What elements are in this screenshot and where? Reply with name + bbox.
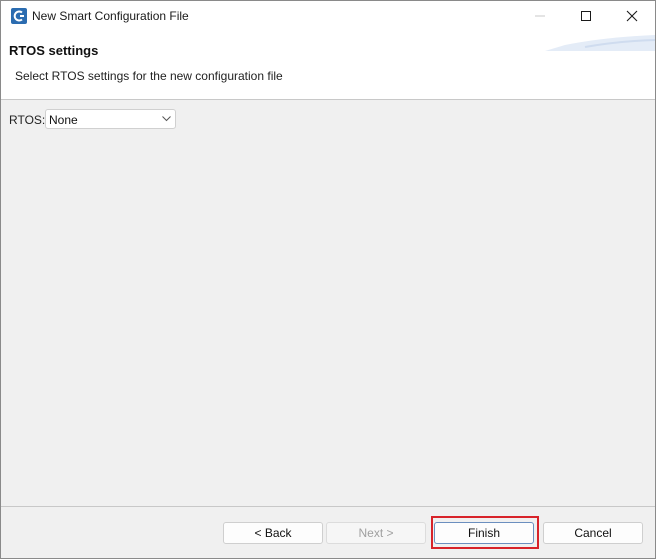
- rtos-selected-value: None: [49, 113, 78, 127]
- rtos-label: RTOS:: [9, 113, 46, 127]
- next-button[interactable]: Next >: [326, 522, 426, 544]
- finish-button[interactable]: Finish: [434, 522, 534, 544]
- maximize-button[interactable]: [563, 1, 609, 31]
- window-title: New Smart Configuration File: [32, 9, 189, 23]
- close-button[interactable]: [609, 1, 655, 31]
- title-bar[interactable]: New Smart Configuration File: [1, 1, 655, 31]
- wizard-header: RTOS settings Select RTOS settings for t…: [1, 31, 655, 100]
- minimize-icon: [535, 15, 545, 17]
- close-icon: [626, 10, 638, 22]
- rtos-dropdown[interactable]: None: [45, 109, 176, 129]
- page-description: Select RTOS settings for the new configu…: [15, 69, 283, 83]
- dialog-window: New Smart Configuration File RTOS settin…: [0, 0, 656, 559]
- minimize-button[interactable]: [517, 1, 563, 31]
- banner-decoration: [545, 35, 655, 51]
- footer-divider: [1, 506, 655, 507]
- cancel-button[interactable]: Cancel: [543, 522, 643, 544]
- back-button[interactable]: < Back: [223, 522, 323, 544]
- maximize-icon: [581, 11, 591, 21]
- app-icon: [11, 8, 27, 24]
- page-title: RTOS settings: [9, 43, 99, 58]
- chevron-down-icon: [162, 116, 171, 122]
